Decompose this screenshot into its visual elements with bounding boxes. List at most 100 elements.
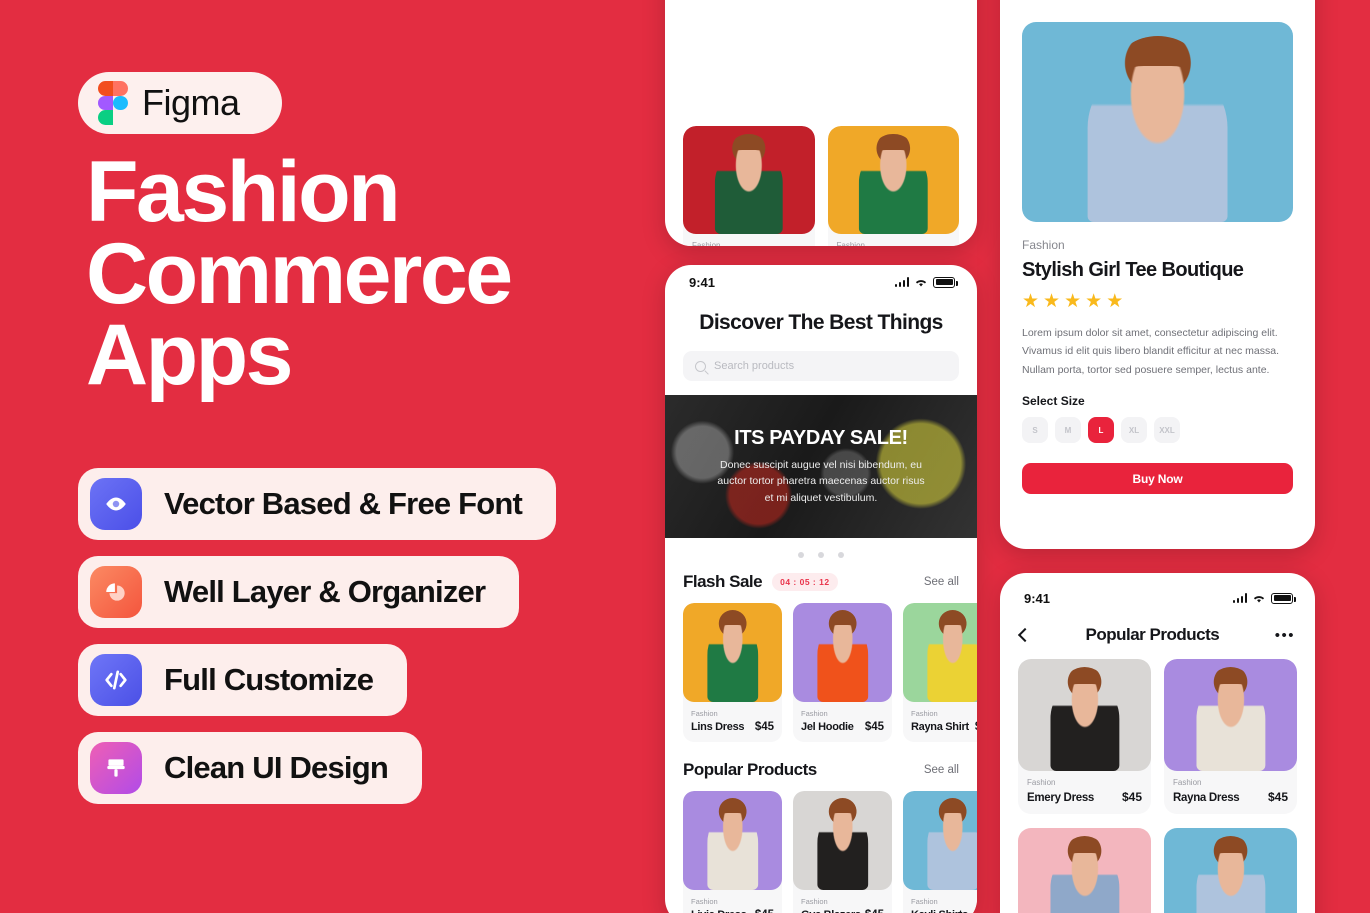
figma-badge-label: Figma xyxy=(142,82,240,123)
battery-icon xyxy=(1271,592,1296,604)
product-price: $45 xyxy=(755,909,774,913)
countdown-timer: 04 : 05 : 12 xyxy=(772,573,838,591)
product-image[interactable] xyxy=(1018,828,1151,913)
star-icon: ★ xyxy=(1064,291,1082,312)
product-category: Fashion xyxy=(911,897,938,906)
product-category: Fashion xyxy=(691,897,718,906)
status-time: 9:41 xyxy=(1024,590,1051,606)
pie-chart-icon xyxy=(90,566,142,618)
flash-sale-header: Flash Sale 04 : 05 : 12 See all xyxy=(665,572,977,592)
status-bar: 9:41 xyxy=(665,265,977,299)
product-name: Lins Dress xyxy=(691,721,745,733)
product-name: Kayli Shirts xyxy=(911,909,968,913)
product-name: Livia Dress xyxy=(691,909,747,913)
product-category: Fashion xyxy=(691,709,718,718)
eye-icon xyxy=(90,478,142,530)
battery-icon xyxy=(933,276,958,288)
product-card[interactable]: Fashion Jel Hoodie $45 xyxy=(793,603,892,742)
product-category: Fashion xyxy=(1173,778,1202,787)
size-option-m[interactable]: M xyxy=(1055,417,1081,444)
product-category: Fashion xyxy=(836,241,865,246)
feature-item-full-customize[interactable]: Full Customize xyxy=(78,644,408,716)
product-grid-row-2 xyxy=(1000,828,1315,913)
feature-item-well-layer[interactable]: Well Layer & Organizer xyxy=(78,556,520,628)
size-option-l[interactable]: L xyxy=(1088,417,1114,444)
product-price: $45 xyxy=(864,721,884,733)
product-card[interactable]: Fashion Rayna Dress $45 xyxy=(1164,659,1297,814)
promo-banner[interactable]: ITS PAYDAY SALE! Donec suscipit augue ve… xyxy=(665,395,977,538)
banner-title: ITS PAYDAY SALE! xyxy=(734,427,908,450)
popular-products-header: Popular Products See all xyxy=(665,760,977,780)
product-card[interactable]: Fashion Rayna Shirt $45 xyxy=(903,603,977,742)
size-selector[interactable]: S M L XL XXL xyxy=(1022,417,1293,444)
product-card[interactable]: Fashion Ann Dress $45 xyxy=(683,126,815,246)
product-card[interactable]: Fashion Livia Dress $45 xyxy=(683,791,782,913)
phone-mock-product-detail: Fashion Stylish Girl Tee Boutique ★ ★ ★ … xyxy=(1000,0,1315,549)
product-image xyxy=(903,603,977,702)
phone-mock-home: 9:41 Discover The Best Things Search pro… xyxy=(665,265,977,913)
feature-label: Full Customize xyxy=(164,662,374,697)
product-image xyxy=(793,603,892,702)
feature-item-clean-ui[interactable]: Clean UI Design xyxy=(78,732,422,804)
product-grid: Fashion Ann Dress $45 Fashion Carla Dres… xyxy=(665,126,977,246)
feature-item-vector-based[interactable]: Vector Based & Free Font xyxy=(78,468,557,540)
buy-now-button[interactable]: Buy Now xyxy=(1022,463,1293,495)
product-hero-image[interactable] xyxy=(1022,22,1293,222)
status-bar: 9:41 xyxy=(1000,581,1315,615)
product-grid: Fashion Emery Dress $45 Fashion Rayna Dr… xyxy=(1000,659,1315,814)
figma-badge: Figma xyxy=(78,72,282,134)
search-placeholder: Search products xyxy=(714,360,795,372)
star-icon: ★ xyxy=(1022,291,1040,312)
product-price: $45 xyxy=(1267,790,1288,804)
product-name: Gya Blazers xyxy=(801,909,861,913)
see-all-link[interactable]: See all xyxy=(924,576,959,588)
product-card[interactable]: Fashion Lins Dress $45 xyxy=(683,603,782,742)
product-description: Lorem ipsum dolor sit amet, consectetur … xyxy=(1022,327,1279,376)
phone-mock-category-grid: Fashion Ann Dress $45 Fashion Carla Dres… xyxy=(665,0,977,246)
product-image xyxy=(1018,659,1151,771)
product-image[interactable] xyxy=(1164,828,1297,913)
size-option-xxl[interactable]: XXL xyxy=(1154,417,1180,444)
product-category: Fashion xyxy=(1027,778,1056,787)
product-card[interactable]: Fashion Carla Dress $45 xyxy=(827,126,959,246)
star-icon: ★ xyxy=(1043,291,1061,312)
popular-products-list[interactable]: Fashion Livia Dress $45 Fashion Gya Blaz… xyxy=(665,780,977,913)
star-icon: ★ xyxy=(1085,291,1103,312)
product-image xyxy=(793,791,892,890)
flash-sale-list[interactable]: Fashion Lins Dress $45 Fashion Jel Hoodi… xyxy=(665,592,977,742)
product-card[interactable]: Fashion Gya Blazers $45 xyxy=(793,791,892,913)
search-icon xyxy=(695,360,706,372)
product-name: Stylish Girl Tee Boutique xyxy=(1022,259,1244,281)
figma-logo-icon xyxy=(98,81,128,125)
star-icon: ★ xyxy=(1106,291,1124,312)
signal-bars-icon xyxy=(894,277,909,287)
product-card[interactable]: Fashion Kayli Shirts $45 xyxy=(903,791,977,913)
page-title: Fashion Commerce Apps xyxy=(86,149,626,398)
product-name: Rayna Dress xyxy=(1173,792,1240,804)
product-category: Fashion xyxy=(801,709,828,718)
phone-mock-popular-products: 9:41 Popular Products ••• Fashion Emery … xyxy=(1000,573,1315,913)
product-card[interactable]: Fashion Emery Dress $45 xyxy=(1018,659,1151,814)
search-input[interactable]: Search products xyxy=(683,351,959,381)
banner-subtitle: Donec suscipit augue vel nisi bibendum, … xyxy=(717,459,925,504)
product-category: Fashion xyxy=(1022,238,1065,252)
rating-stars[interactable]: ★ ★ ★ ★ ★ xyxy=(1022,292,1293,311)
see-all-link[interactable]: See all xyxy=(924,764,959,776)
product-price: $45 xyxy=(975,909,977,913)
size-option-s[interactable]: S xyxy=(1022,417,1048,444)
nav-title: Popular Products xyxy=(1085,625,1220,644)
section-title: Flash Sale xyxy=(683,572,763,591)
product-price: $45 xyxy=(865,909,884,913)
wifi-icon xyxy=(915,279,927,286)
wifi-icon xyxy=(1253,595,1265,602)
more-horizontal-icon[interactable]: ••• xyxy=(1275,628,1295,643)
product-image xyxy=(683,126,815,234)
nav-bar: Popular Products ••• xyxy=(1000,625,1315,645)
size-option-xl[interactable]: XL xyxy=(1121,417,1147,444)
carousel-dots[interactable] xyxy=(665,552,977,558)
product-name: Jel Hoodie xyxy=(801,721,854,733)
product-price: $45 xyxy=(975,721,977,733)
product-category: Fashion xyxy=(692,241,721,246)
product-category: Fashion xyxy=(801,897,828,906)
feature-label: Well Layer & Organizer xyxy=(164,574,486,609)
